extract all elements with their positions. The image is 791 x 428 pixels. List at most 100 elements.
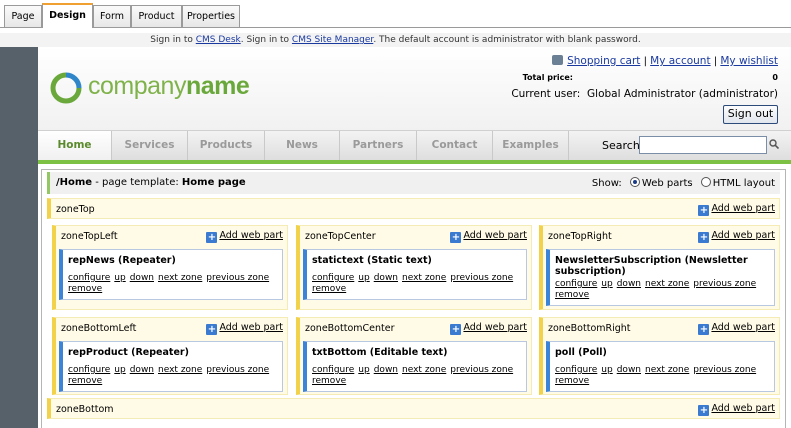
configure-link[interactable]: configure <box>312 273 354 283</box>
web-part-repnews[interactable]: repNews (Repeater) configure up down next z… <box>59 249 283 300</box>
down-link[interactable]: down <box>617 279 641 289</box>
configure-link[interactable]: configure <box>312 365 354 375</box>
down-link[interactable]: down <box>374 273 398 283</box>
search-icon[interactable] <box>769 139 780 152</box>
shopping-cart-link[interactable]: Shopping cart <box>567 55 640 67</box>
left-gutter <box>0 47 38 428</box>
up-link[interactable]: up <box>601 365 612 375</box>
add-web-part-button[interactable]: + Add web part <box>698 203 775 216</box>
web-part-txtbottom[interactable]: txtBottom (Editable text) configure up dow… <box>303 341 527 392</box>
current-user: Current user: Global Administrator (admi… <box>511 88 778 100</box>
web-part-statictext[interactable]: statictext (Static text) configure up down… <box>303 249 527 300</box>
sign-out-button[interactable]: Sign out <box>723 105 778 124</box>
add-icon: + <box>698 205 710 216</box>
page-template-name: Home page <box>181 177 246 188</box>
menu-item-products[interactable]: Products <box>188 131 265 160</box>
zone-top: zoneTop + Add web part <box>47 198 780 219</box>
editor-tab-bar: Page Design Form Product Properties <box>0 0 791 28</box>
tab-form[interactable]: Form <box>93 5 131 28</box>
remove-link[interactable]: remove <box>555 290 589 300</box>
web-part-actions: configure up down next zone previous zone rem… <box>555 279 765 301</box>
search-input[interactable] <box>639 136 767 154</box>
remove-link[interactable]: remove <box>312 376 346 386</box>
tab-product[interactable]: Product <box>131 5 182 28</box>
previous-zone-link[interactable]: previous zone <box>206 273 269 283</box>
add-web-part-button[interactable]: + Add web part <box>450 322 527 335</box>
show-label: Show: <box>591 178 622 189</box>
remove-link[interactable]: remove <box>312 284 346 294</box>
shopping-cart-icon <box>552 55 564 65</box>
web-part-repproduct[interactable]: repProduct (Repeater) configure up down nex… <box>59 341 283 392</box>
next-zone-link[interactable]: next zone <box>402 273 446 283</box>
tab-properties[interactable]: Properties <box>182 5 240 28</box>
tab-design[interactable]: Design <box>42 3 93 28</box>
web-part-title: statictext (Static text) <box>312 255 432 266</box>
web-parts-option-label[interactable]: Web parts <box>642 178 693 189</box>
zone-bottom: zoneBottom + Add web part <box>47 398 780 419</box>
menu-item-home[interactable]: Home <box>38 131 112 160</box>
up-link[interactable]: up <box>358 273 369 283</box>
notice-text: Sign in to <box>150 35 196 45</box>
up-link[interactable]: up <box>601 279 612 289</box>
my-account-link[interactable]: My account <box>650 55 710 67</box>
down-link[interactable]: down <box>374 365 398 375</box>
configure-link[interactable]: configure <box>68 273 110 283</box>
previous-zone-link[interactable]: previous zone <box>206 365 269 375</box>
page-template-label: - page template: <box>92 177 182 188</box>
zone-name: zoneTop <box>56 204 95 215</box>
web-part-actions: configure up down next zone previous zone rem… <box>312 365 522 387</box>
previous-zone-link[interactable]: previous zone <box>693 279 756 289</box>
web-parts-radio[interactable] <box>629 177 640 187</box>
down-link[interactable]: down <box>130 365 154 375</box>
remove-link[interactable]: remove <box>68 376 102 386</box>
next-zone-link[interactable]: next zone <box>158 365 202 375</box>
next-zone-link[interactable]: next zone <box>158 273 202 283</box>
configure-link[interactable]: configure <box>555 279 597 289</box>
add-web-part-button[interactable]: + Add web part <box>206 322 283 335</box>
menu-item-partners[interactable]: Partners <box>340 131 417 160</box>
next-zone-link[interactable]: next zone <box>402 365 446 375</box>
menu-item-examples[interactable]: Examples <box>493 131 569 160</box>
menu-item-contact[interactable]: Contact <box>417 131 493 160</box>
web-part-newslettersubscription[interactable]: NewsletterSubscription (Newsletter subsc… <box>546 249 775 306</box>
add-web-part-button[interactable]: + Add web part <box>698 322 775 335</box>
add-web-part-button[interactable]: + Add web part <box>206 230 283 243</box>
add-web-part-button[interactable]: + Add web part <box>698 230 775 243</box>
add-icon: + <box>450 232 462 243</box>
add-web-part-button[interactable]: + Add web part <box>450 230 527 243</box>
previous-zone-link[interactable]: previous zone <box>693 365 756 375</box>
web-part-actions: configure up down next zone previous zone rem… <box>312 273 522 295</box>
remove-link[interactable]: remove <box>555 376 589 386</box>
zone-name: zoneTopLeft <box>61 231 118 242</box>
html-layout-radio[interactable] <box>700 177 711 187</box>
down-link[interactable]: down <box>130 273 154 283</box>
add-web-part-button[interactable]: + Add web part <box>698 403 775 416</box>
site-header: companyname Shopping cart | My account |… <box>38 47 791 130</box>
next-zone-link[interactable]: next zone <box>645 365 689 375</box>
tab-page[interactable]: Page <box>4 5 42 28</box>
previous-zone-link[interactable]: previous zone <box>450 365 513 375</box>
menu-item-services[interactable]: Services <box>112 131 188 160</box>
html-layout-option-label[interactable]: HTML layout <box>713 178 775 189</box>
header-links: Shopping cart | My account | My wishlist <box>552 55 778 67</box>
show-options: Show: Web parts HTML layout <box>592 177 775 189</box>
up-link[interactable]: up <box>358 365 369 375</box>
add-icon: + <box>698 232 710 243</box>
web-part-actions: configure up down next zone previous zone rem… <box>68 365 278 387</box>
my-wishlist-link[interactable]: My wishlist <box>720 55 778 67</box>
web-part-title: repProduct (Repeater) <box>68 347 189 358</box>
remove-link[interactable]: remove <box>68 284 102 294</box>
current-user-label: Current user: <box>511 88 581 100</box>
up-link[interactable]: up <box>114 273 125 283</box>
cms-desk-link[interactable]: CMS Desk <box>196 35 241 45</box>
configure-link[interactable]: configure <box>555 365 597 375</box>
down-link[interactable]: down <box>617 365 641 375</box>
up-link[interactable]: up <box>114 365 125 375</box>
web-part-poll[interactable]: poll (Poll) configure up down next zone prev… <box>546 341 775 392</box>
menu-item-news[interactable]: News <box>265 131 340 160</box>
cms-site-manager-link[interactable]: CMS Site Manager <box>292 35 373 45</box>
page-path: /Home <box>56 177 93 188</box>
next-zone-link[interactable]: next zone <box>645 279 689 289</box>
configure-link[interactable]: configure <box>68 365 110 375</box>
previous-zone-link[interactable]: previous zone <box>450 273 513 283</box>
